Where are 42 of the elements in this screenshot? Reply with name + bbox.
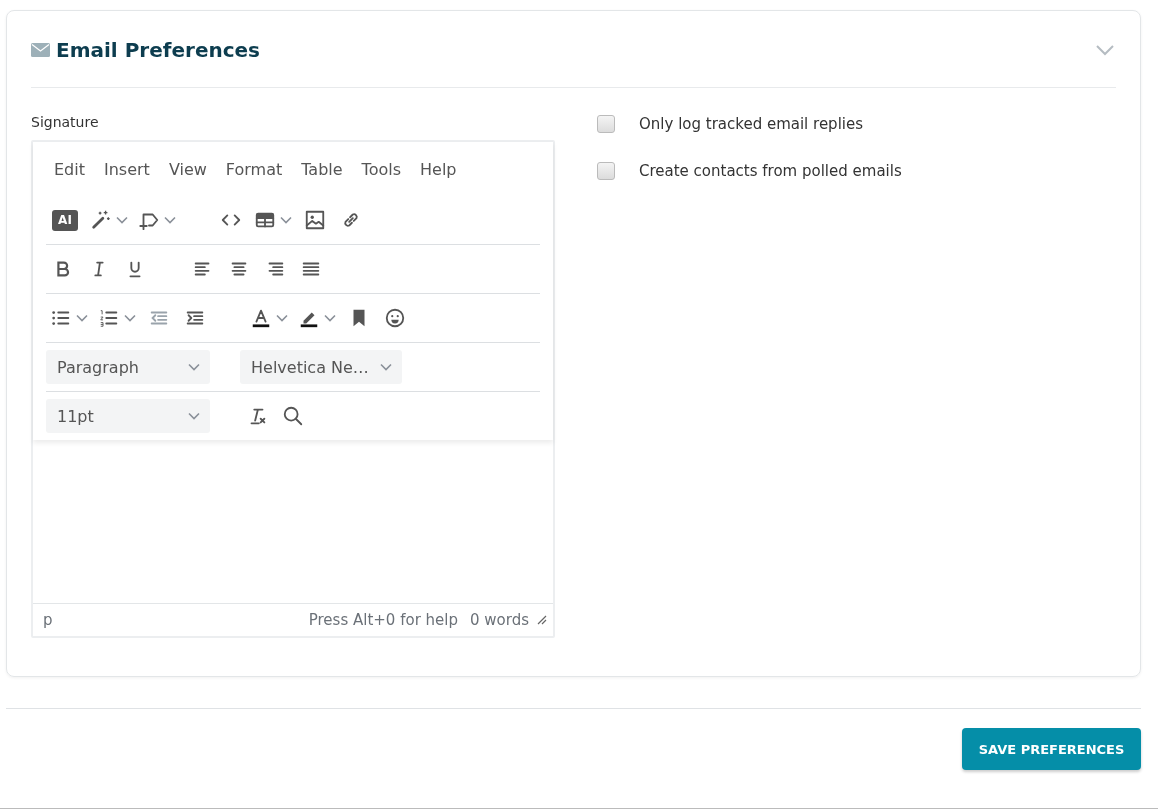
smiley-icon — [384, 307, 406, 329]
caret-icon[interactable] — [380, 363, 392, 371]
menu-item[interactable]: Table — [293, 152, 351, 186]
menu-item[interactable]: Insert — [96, 152, 158, 186]
caret-icon[interactable] — [116, 216, 128, 224]
caret-icon[interactable] — [324, 314, 336, 322]
caret-icon[interactable] — [188, 412, 200, 420]
caret-icon[interactable] — [276, 314, 288, 322]
selected-value: Helvetica Ne… — [251, 357, 369, 377]
caret-icon[interactable] — [164, 216, 176, 224]
checkbox[interactable] — [597, 162, 615, 180]
envelope-icon — [31, 43, 50, 57]
menu-item[interactable]: View — [160, 152, 215, 186]
field-label: Signature — [31, 114, 100, 132]
ai-button[interactable]: AI — [52, 209, 78, 231]
caret-icon[interactable] — [280, 216, 292, 224]
magic-wand-icon — [90, 209, 112, 231]
menu-item[interactable]: Help — [412, 152, 465, 186]
checkbox[interactable] — [597, 115, 615, 133]
numbered-list-icon — [98, 307, 120, 329]
caret-icon[interactable] — [124, 314, 136, 322]
resize-handle-icon[interactable] — [537, 615, 547, 625]
selected-value: Paragraph — [57, 357, 139, 377]
element-path[interactable]: p — [43, 611, 309, 629]
search-icon — [282, 405, 304, 427]
block-format-dropdown[interactable]: Paragraph — [46, 350, 210, 384]
help-hint: Press Alt+0 for help — [308, 611, 458, 629]
image-icon — [304, 209, 326, 231]
font-size-dropdown[interactable]: 11pt — [46, 399, 210, 433]
save-button[interactable]: SAVE PREFERENCES — [962, 728, 1141, 770]
caret-icon[interactable] — [188, 363, 200, 371]
section-title: Email Preferences — [56, 38, 261, 62]
menu-item[interactable]: Edit — [46, 152, 93, 186]
checkbox-label: Only log tracked email replies — [639, 115, 864, 133]
menu-item[interactable]: Tools — [353, 152, 410, 186]
word-count[interactable]: 0 words — [470, 611, 529, 629]
text-color-icon — [250, 307, 272, 329]
font-family-dropdown[interactable]: Helvetica Ne… — [240, 350, 402, 384]
menu-item[interactable]: Format — [217, 152, 291, 186]
checkbox-label: Create contacts from polled emails — [639, 162, 902, 180]
selected-value: 11pt — [57, 406, 94, 426]
caret-icon[interactable] — [76, 314, 88, 322]
